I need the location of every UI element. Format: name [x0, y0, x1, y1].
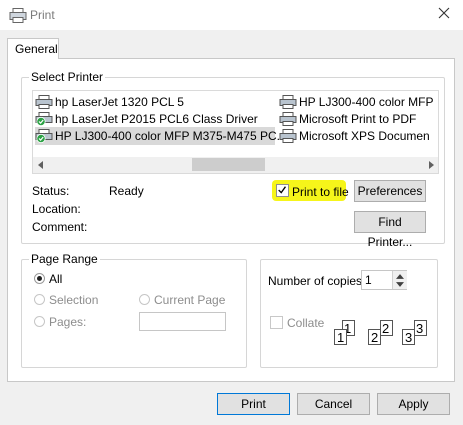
printer-item[interactable]: Microsoft Print to PDF: [279, 110, 439, 128]
printer-name: HP LJ300-400 color MFP: [299, 95, 434, 109]
title-bar: [0, 0, 463, 30]
printer-item-selected[interactable]: HP LJ300-400 color MFP M375-M475 PC...: [35, 127, 287, 145]
printer-icon: [279, 129, 297, 143]
pages-input[interactable]: [139, 312, 226, 331]
printer-item[interactable]: hp LaserJet 1320 PCL 5: [35, 93, 265, 111]
pages-label[interactable]: Pages:: [49, 315, 86, 329]
page-number: 3: [416, 321, 424, 336]
find-printer-button[interactable]: Find Printer...: [354, 211, 426, 249]
location-label: Location:: [32, 202, 81, 216]
page-number: 2: [382, 321, 390, 336]
scroll-left-icon[interactable]: [36, 160, 46, 170]
printer-name: hp LaserJet 1320 PCL 5: [55, 95, 184, 109]
cancel-button[interactable]: Cancel: [297, 393, 370, 415]
printer-check-icon: [35, 112, 53, 126]
status-label: Status:: [32, 184, 70, 198]
collate-illustration: 1 1 2 2 3 3: [328, 320, 432, 352]
collate-checkbox[interactable]: [270, 316, 283, 329]
printer-item[interactable]: Microsoft XPS Documen: [279, 127, 438, 145]
spin-up-icon[interactable]: [396, 274, 404, 279]
print-to-file-label[interactable]: Print to file: [292, 185, 349, 199]
tab-general-label: General: [15, 42, 58, 56]
copies-spinner[interactable]: [392, 271, 407, 289]
preferences-button[interactable]: Preferences: [354, 180, 426, 202]
selection-radio[interactable]: [34, 294, 45, 305]
printer-icon: [9, 8, 27, 23]
all-label[interactable]: All: [49, 272, 62, 286]
window-title: Print: [30, 8, 55, 22]
select-printer-legend: Select Printer: [29, 70, 106, 84]
selection-label[interactable]: Selection: [49, 293, 98, 307]
printer-icon: [35, 95, 53, 109]
scroll-right-icon[interactable]: [426, 160, 436, 170]
comment-label: Comment:: [32, 220, 88, 234]
printer-name: hp LaserJet P2015 PCL6 Class Driver: [55, 112, 258, 126]
print-button[interactable]: Print: [217, 393, 290, 415]
printer-icon: [279, 95, 297, 109]
checkmark-icon: [278, 186, 287, 194]
printer-name: HP LJ300-400 color MFP M375-M475 PC...: [55, 129, 287, 143]
print-to-file-checkbox[interactable]: [276, 184, 289, 197]
page-number: 1: [337, 330, 345, 345]
current-page-label[interactable]: Current Page: [154, 293, 225, 307]
collate-label[interactable]: Collate: [287, 316, 324, 330]
page-range-legend: Page Range: [29, 252, 100, 266]
printer-name: Microsoft Print to PDF: [299, 112, 417, 126]
all-radio[interactable]: [34, 273, 45, 284]
tab-general[interactable]: General: [7, 38, 59, 59]
printer-item[interactable]: HP LJ300-400 color MFP: [279, 93, 439, 111]
printer-check-icon: [35, 129, 53, 143]
printer-item[interactable]: hp LaserJet P2015 PCL6 Class Driver: [35, 110, 265, 128]
copies-value: 1: [365, 273, 372, 287]
apply-button[interactable]: Apply: [377, 393, 450, 415]
status-value: Ready: [109, 184, 144, 198]
page-number: 2: [371, 330, 379, 345]
current-page-radio[interactable]: [139, 294, 150, 305]
pages-radio[interactable]: [34, 316, 45, 327]
printer-name: Microsoft XPS Documen: [299, 129, 430, 143]
copies-label: Number of copies:: [268, 274, 366, 288]
spin-down-icon[interactable]: [396, 282, 404, 287]
printer-icon: [279, 112, 297, 126]
scrollbar-thumb[interactable]: [192, 158, 265, 171]
page-number: 3: [405, 330, 413, 345]
close-icon[interactable]: [437, 6, 451, 20]
